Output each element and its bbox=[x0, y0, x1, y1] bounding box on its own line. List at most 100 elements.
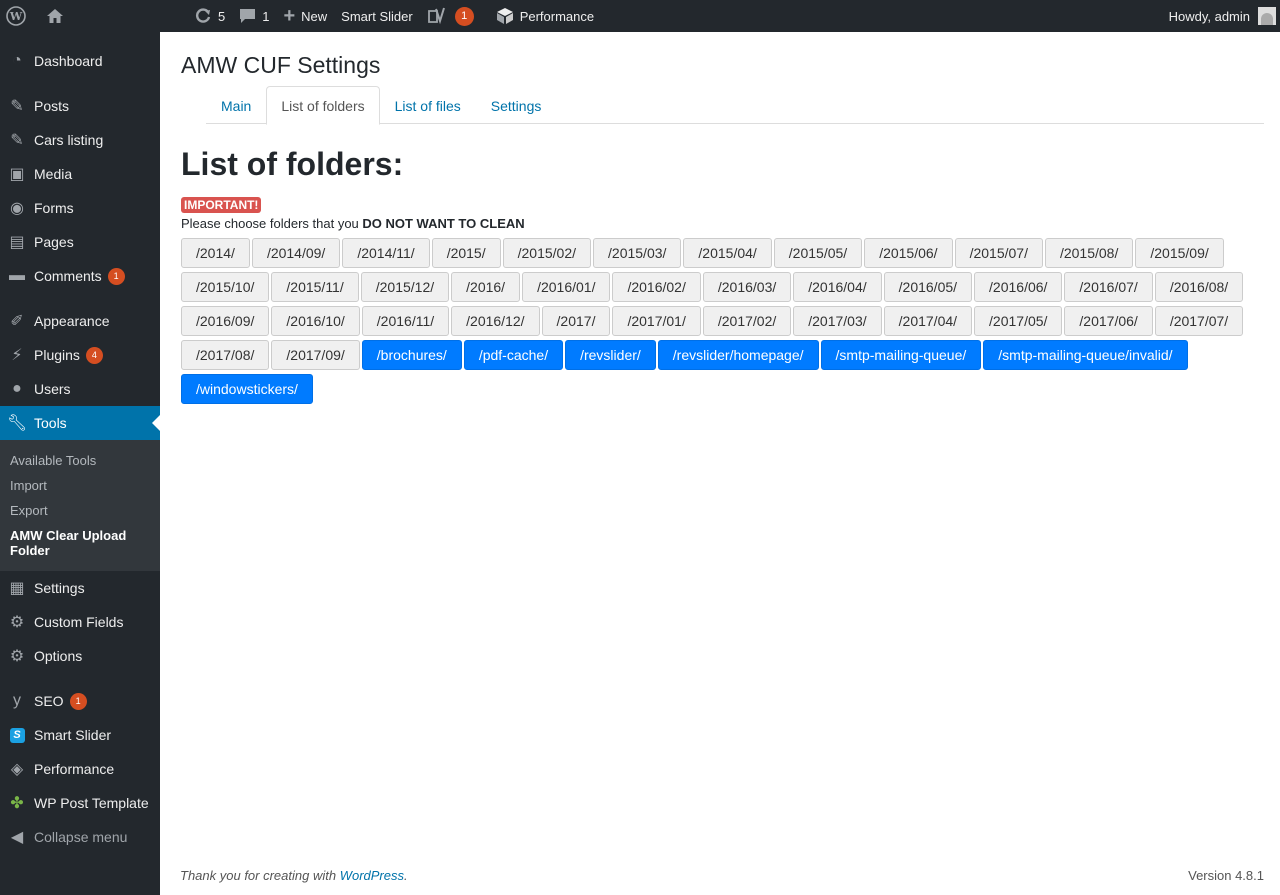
section-title: List of folders: bbox=[181, 146, 404, 182]
menu-custom-fields[interactable]: ⚙ Custom Fields bbox=[0, 605, 160, 639]
site-home-link[interactable] bbox=[39, 0, 77, 32]
folder-toggle-button[interactable]: /2016/04/ bbox=[793, 272, 882, 302]
folder-toggle-button[interactable]: /2016/02/ bbox=[612, 272, 701, 302]
menu-forms[interactable]: ◉ Forms bbox=[0, 191, 160, 225]
folder-toggle-button[interactable]: /2017/06/ bbox=[1064, 306, 1153, 336]
tab-list-of-files[interactable]: List of files bbox=[380, 86, 476, 124]
tab-list-of-folders[interactable]: List of folders bbox=[266, 86, 380, 125]
user-icon: ● bbox=[12, 380, 22, 397]
wp-logo-menu[interactable]: W bbox=[0, 0, 39, 32]
submenu-export[interactable]: Export bbox=[0, 498, 160, 523]
menu-label: Posts bbox=[34, 98, 70, 114]
folder-toggle-button[interactable]: /2015/02/ bbox=[502, 238, 592, 268]
updates-count: 5 bbox=[218, 8, 226, 24]
submenu-import[interactable]: Import bbox=[0, 473, 160, 498]
menu-posts[interactable]: ✎ Posts bbox=[0, 89, 160, 123]
admin-bar: W 5 1 + New Smart Slider 1 Performance H… bbox=[0, 0, 1280, 32]
pin-icon: ✎ bbox=[10, 98, 24, 115]
folder-toggle-button[interactable]: /revslider/homepage/ bbox=[657, 340, 819, 370]
folder-toggle-button[interactable]: /2017/01/ bbox=[612, 306, 701, 336]
footer-thanks-text: Thank you for creating with bbox=[180, 868, 340, 883]
menu-pages[interactable]: ▤ Pages bbox=[0, 225, 160, 259]
folder-toggle-button[interactable]: /pdf-cache/ bbox=[463, 340, 564, 370]
tab-settings[interactable]: Settings bbox=[476, 86, 557, 124]
puzzle-icon: ✤ bbox=[10, 795, 24, 812]
menu-seo[interactable]: y SEO 1 bbox=[0, 684, 160, 718]
folder-toggle-button[interactable]: /2016/06/ bbox=[974, 272, 1063, 302]
home-icon bbox=[46, 8, 64, 24]
media-icon: ▣ bbox=[9, 166, 25, 183]
folder-toggle-button[interactable]: /2014/ bbox=[181, 238, 250, 268]
folder-toggle-button[interactable]: /2015/03/ bbox=[593, 238, 682, 268]
folder-toggle-button[interactable]: /2016/09/ bbox=[181, 306, 270, 336]
menu-smart-slider[interactable]: S Smart Slider bbox=[0, 718, 160, 752]
folder-toggle-button[interactable]: /2017/09/ bbox=[271, 340, 360, 370]
folder-toggle-button[interactable]: /2015/09/ bbox=[1135, 238, 1224, 268]
collapse-icon: ◀ bbox=[10, 829, 24, 846]
folder-toggle-button[interactable]: /2015/08/ bbox=[1044, 238, 1134, 268]
submenu-available-tools[interactable]: Available Tools bbox=[0, 448, 160, 473]
folder-toggle-button[interactable]: /2016/03/ bbox=[702, 272, 792, 302]
howdy-label: Howdy, admin bbox=[1168, 8, 1250, 24]
my-account-menu[interactable]: Howdy, admin bbox=[1162, 0, 1280, 32]
folder-toggle-button[interactable]: /2016/07/ bbox=[1064, 272, 1153, 302]
folder-toggle-button[interactable]: /2015/11/ bbox=[271, 272, 359, 302]
folder-toggle-button[interactable]: /2016/ bbox=[451, 272, 521, 302]
new-content-link[interactable]: + New bbox=[276, 0, 334, 32]
menu-wp-post-template[interactable]: ✤ WP Post Template bbox=[0, 786, 160, 820]
comment-icon: ▬ bbox=[9, 267, 25, 284]
menu-users[interactable]: ● Users bbox=[0, 372, 160, 406]
tab-main[interactable]: Main bbox=[206, 86, 266, 124]
folder-toggle-button[interactable]: /2014/11/ bbox=[342, 238, 430, 268]
folder-toggle-button[interactable]: /2017/04/ bbox=[883, 306, 973, 336]
folder-toggle-button[interactable]: /brochures/ bbox=[361, 340, 462, 370]
menu-media[interactable]: ▣ Media bbox=[0, 157, 160, 191]
folder-toggle-button[interactable]: /smtp-mailing-queue/ bbox=[820, 340, 982, 370]
folder-toggle-button[interactable]: /2017/02/ bbox=[702, 306, 792, 336]
folder-toggle-button[interactable]: /2014/09/ bbox=[251, 238, 341, 268]
menu-comments[interactable]: ▬ Comments 1 bbox=[0, 259, 160, 293]
folder-toggle-button[interactable]: /revslider/ bbox=[565, 340, 656, 370]
collapse-menu-button[interactable]: ◀ Collapse menu bbox=[0, 820, 160, 854]
submenu-amw-clear-upload-folder[interactable]: AMW Clear Upload Folder bbox=[0, 523, 140, 563]
folder-toggle-button[interactable]: /2015/ bbox=[431, 238, 501, 268]
wordpress-link[interactable]: WordPress bbox=[340, 868, 404, 883]
folder-toggle-button[interactable]: /2015/12/ bbox=[360, 272, 450, 302]
smart-slider-link[interactable]: Smart Slider bbox=[334, 0, 420, 32]
performance-link[interactable]: Performance bbox=[489, 0, 601, 32]
folder-toggle-button[interactable]: /smtp-mailing-queue/invalid/ bbox=[983, 340, 1188, 370]
comments-link[interactable]: 1 bbox=[232, 0, 276, 32]
gear-icon: ⚙ bbox=[9, 648, 25, 665]
menu-plugins[interactable]: ⚡ Plugins 4 bbox=[0, 338, 160, 372]
folder-toggle-button[interactable]: /windowstickers/ bbox=[181, 374, 313, 404]
yoast-seo-link[interactable]: 1 bbox=[420, 0, 481, 32]
folder-toggle-button[interactable]: /2015/05/ bbox=[773, 238, 863, 268]
footer-thanks: Thank you for creating with WordPress. bbox=[180, 868, 408, 883]
folder-toggle-button[interactable]: /2016/10/ bbox=[271, 306, 360, 336]
menu-options[interactable]: ⚙ Options bbox=[0, 639, 160, 673]
folder-toggle-button[interactable]: /2015/06/ bbox=[864, 238, 953, 268]
menu-cars-listing[interactable]: ✎ Cars listing bbox=[0, 123, 160, 157]
folder-toggle-button[interactable]: /2016/12/ bbox=[451, 306, 540, 336]
menu-performance[interactable]: ◈ Performance bbox=[0, 752, 160, 786]
admin-sidebar: ◔ Dashboard ✎ Posts ✎ Cars listing ▣ Media ◉… bbox=[0, 32, 160, 895]
menu-label: Comments bbox=[34, 268, 102, 284]
folder-toggle-button[interactable]: /2015/04/ bbox=[683, 238, 772, 268]
folder-toggle-button[interactable]: /2016/01/ bbox=[522, 272, 611, 302]
folder-toggle-button[interactable]: /2017/08/ bbox=[181, 340, 270, 370]
menu-dashboard[interactable]: ◔ Dashboard bbox=[0, 44, 160, 78]
folder-toggle-button[interactable]: /2017/05/ bbox=[974, 306, 1063, 336]
folder-toggle-button[interactable]: /2017/ bbox=[541, 306, 611, 336]
menu-label: Forms bbox=[34, 200, 74, 216]
folder-toggle-button[interactable]: /2015/10/ bbox=[181, 272, 270, 302]
folder-toggle-button[interactable]: /2016/11/ bbox=[361, 306, 450, 336]
menu-appearance[interactable]: ✐ Appearance bbox=[0, 304, 160, 338]
folder-toggle-button[interactable]: /2016/08/ bbox=[1154, 272, 1244, 302]
folder-toggle-button[interactable]: /2015/07/ bbox=[954, 238, 1043, 268]
folder-toggle-button[interactable]: /2017/03/ bbox=[793, 306, 882, 336]
updates-link[interactable]: 5 bbox=[187, 0, 232, 32]
menu-settings[interactable]: ▦ Settings bbox=[0, 571, 160, 605]
folder-toggle-button[interactable]: /2017/07/ bbox=[1154, 306, 1244, 336]
menu-tools[interactable]: 🔧︎ Tools bbox=[0, 406, 160, 440]
folder-toggle-button[interactable]: /2016/05/ bbox=[883, 272, 973, 302]
